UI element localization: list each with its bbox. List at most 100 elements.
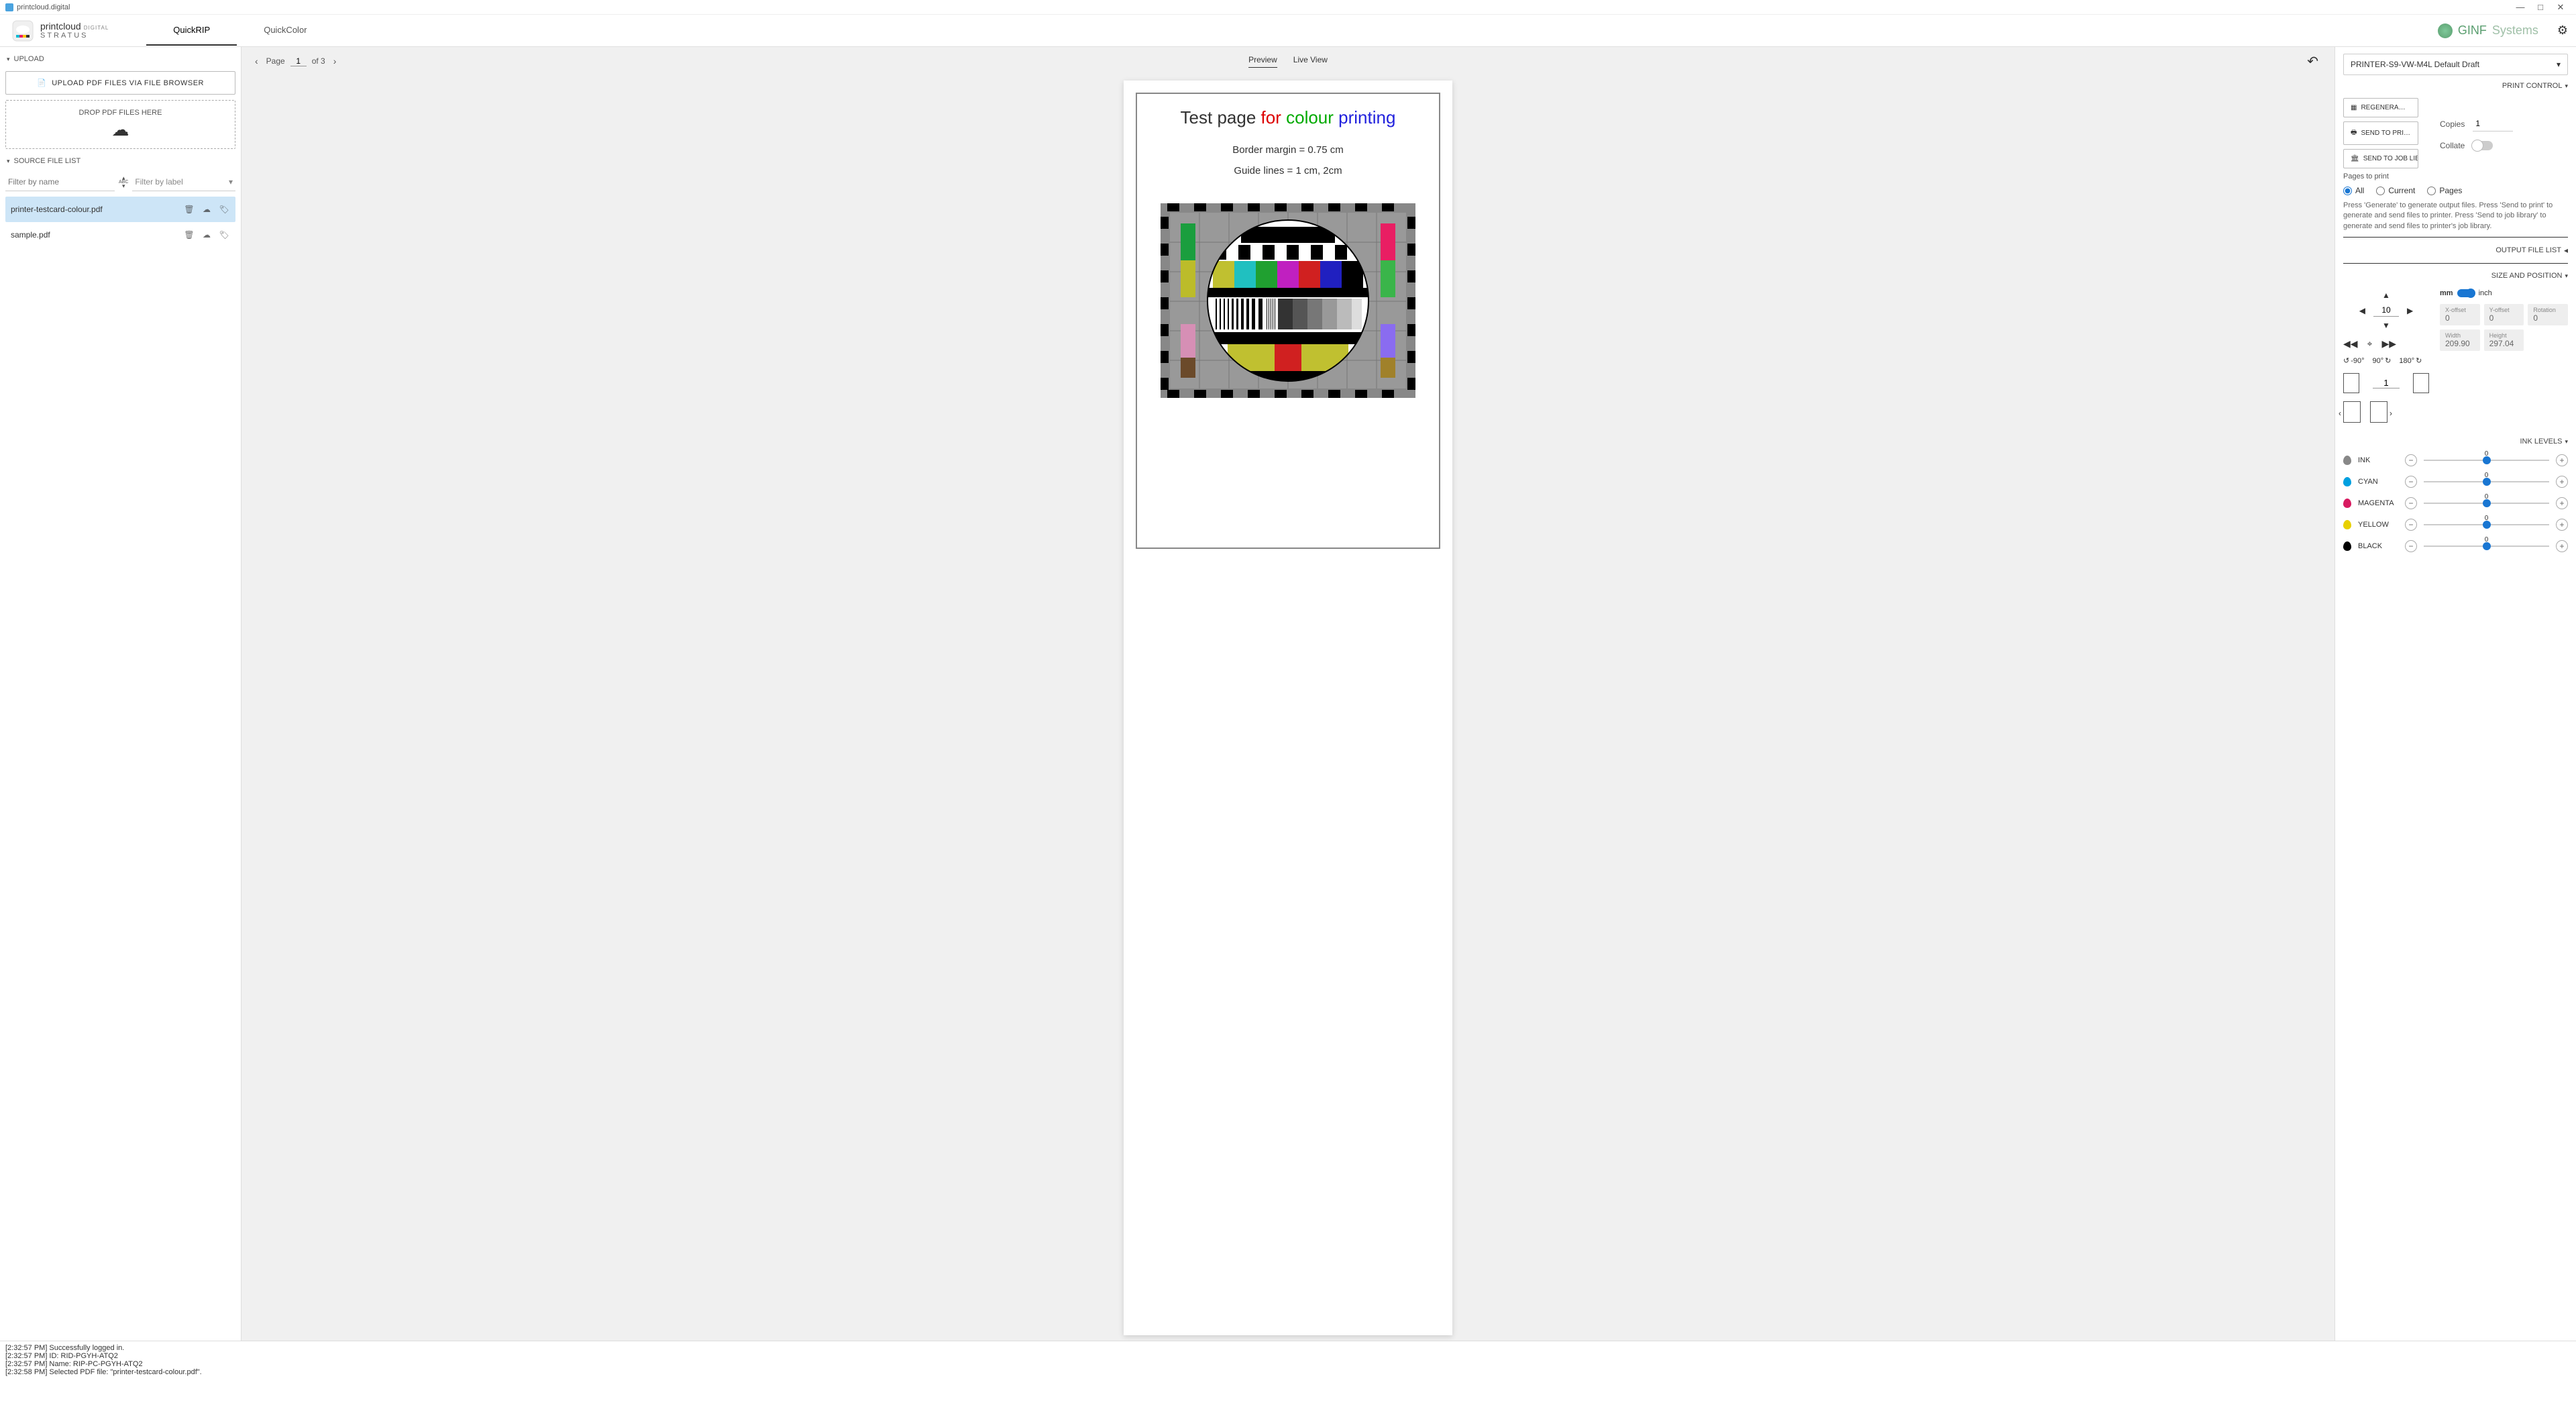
regenerate-button[interactable]: ▦REGENERA… [2343,98,2418,117]
tag-icon[interactable]: 🏷 [218,229,230,241]
mirror-right-icon[interactable] [2413,373,2429,393]
window-title: printcloud.digital [17,3,70,11]
page-prev-button[interactable]: ‹ [252,53,261,69]
undo-button[interactable]: ↶ [2302,53,2324,70]
testcard [1161,203,1415,398]
ink-plus-button[interactable]: + [2556,454,2568,466]
ink-row: BLACK−0+ [2343,535,2568,557]
ink-minus-button[interactable]: − [2405,540,2417,552]
unit-toggle[interactable] [2457,289,2475,297]
rotate-180-button[interactable]: 180°↻ [2399,356,2422,365]
tab-quickcolor[interactable]: QuickColor [237,15,333,46]
page-title: Test page for colour printing [1142,107,1434,128]
tab-preview[interactable]: Preview [1248,55,1277,68]
chevron-down-icon: ▾ [2557,60,2561,69]
dropzone[interactable]: DROP PDF FILES HERE ☁ [5,100,235,149]
rotate-neg90-button[interactable]: ↺-90° [2343,356,2365,365]
collate-toggle[interactable] [2473,141,2493,150]
filter-name-input[interactable] [5,173,115,191]
print-control-header[interactable]: PRINT CONTROL [2343,78,2568,94]
ink-slider[interactable]: 0 [2424,497,2549,510]
orient-landscape-icon[interactable]: › [2370,401,2387,423]
ink-drop-icon [2343,456,2351,465]
send-to-job-library-button[interactable]: 🏛SEND TO JOB LIBRAR… [2343,149,2418,168]
file-item[interactable]: sample.pdf🗑☁🏷 [5,222,235,248]
nudge-left-button[interactable]: ◀ [2357,305,2368,317]
ink-slider[interactable]: 0 [2424,539,2549,553]
x-offset-field[interactable]: X-offset0 [2440,304,2480,325]
page-preview: Test page for colour printing Border mar… [1124,81,1452,1335]
rotation-field[interactable]: Rotation0 [2528,304,2568,325]
y-offset-field[interactable]: Y-offset0 [2484,304,2524,325]
ink-name: MAGENTA [2358,499,2398,507]
topbar: printcloud DIGITAL STRATUS QuickRIP Quic… [0,15,2576,47]
ink-plus-button[interactable]: + [2556,540,2568,552]
ink-plus-button[interactable]: + [2556,519,2568,531]
delete-icon[interactable]: 🗑 [183,203,195,215]
minimize-button[interactable]: — [2510,2,2530,12]
page-line-1: Border margin = 0.75 cm [1142,144,1434,156]
height-field[interactable]: Height297.04 [2484,329,2524,351]
ink-row: INK−0+ [2343,450,2568,471]
nudge-amount-input[interactable] [2373,304,2399,317]
settings-button[interactable]: ⚙ [2549,23,2576,38]
pages-all-radio[interactable]: All [2343,186,2364,195]
source-list-header[interactable]: SOURCE FILE LIST [5,154,235,168]
log-line: [2:32:58 PM] Selected PDF file: "printer… [5,1368,2571,1376]
tag-icon[interactable]: 🏷 [218,203,230,215]
ink-minus-button[interactable]: − [2405,519,2417,531]
download-icon[interactable]: ☁ [201,229,213,241]
copies-input[interactable] [2473,116,2513,132]
orient-portrait-icon[interactable]: ‹ [2343,401,2361,423]
tab-live-view[interactable]: Live View [1293,55,1328,68]
mirror-left-icon[interactable] [2343,373,2359,393]
company-label: GINF Systems [2438,23,2549,38]
nudge-up-button[interactable]: ▲ [2379,289,2393,301]
ink-plus-button[interactable]: + [2556,497,2568,509]
forward-button[interactable]: ▶▶ [2381,338,2396,350]
maximize-button[interactable]: □ [2530,2,2551,12]
mirror-value-input[interactable] [2373,378,2400,388]
upload-button[interactable]: 📄 UPLOAD PDF FILES VIA FILE BROWSER [5,71,235,95]
file-name: printer-testcard-colour.pdf [11,205,178,214]
ink-row: CYAN−0+ [2343,471,2568,492]
page-number-input[interactable] [290,56,307,66]
width-field[interactable]: Width209.90 [2440,329,2480,351]
sort-toggle[interactable]: ▴ABC▾ [119,176,128,189]
close-button[interactable]: ✕ [2551,2,2571,13]
rewind-button[interactable]: ◀◀ [2343,338,2358,350]
ink-minus-button[interactable]: − [2405,497,2417,509]
center-button[interactable]: ⌖ [2367,338,2373,350]
tab-quickrip[interactable]: QuickRIP [146,15,237,46]
ink-slider[interactable]: 0 [2424,475,2549,488]
ink-plus-button[interactable]: + [2556,476,2568,488]
ink-minus-button[interactable]: − [2405,454,2417,466]
ink-drop-icon [2343,541,2351,551]
nudge-down-button[interactable]: ▼ [2379,319,2393,331]
ink-drop-icon [2343,477,2351,486]
send-to-print-button[interactable]: 🖶SEND TO PRI… [2343,121,2418,145]
page-next-button[interactable]: › [331,53,339,69]
download-icon[interactable]: ☁ [201,203,213,215]
pages-current-radio[interactable]: Current [2376,186,2415,195]
rotate-90-button[interactable]: 90°↻ [2373,356,2392,365]
library-icon: 🏛 [2351,155,2359,162]
log-panel: [2:32:57 PM] Successfully logged in.[2:3… [0,1341,2576,1401]
size-position-header[interactable]: SIZE AND POSITION [2343,268,2568,284]
ink-minus-button[interactable]: − [2405,476,2417,488]
file-item[interactable]: printer-testcard-colour.pdf 🗑 ☁ 🏷 [5,197,235,222]
filter-label-select[interactable]: Filter by label▾ [132,173,235,191]
ink-slider[interactable]: 0 [2424,454,2549,467]
upload-header[interactable]: UPLOAD [5,52,235,66]
printer-icon: 🖶 [2351,127,2357,139]
ink-levels-header[interactable]: INK LEVELS [2343,433,2568,450]
print-help-text: Press 'Generate' to generate output file… [2343,201,2568,231]
printer-select[interactable]: PRINTER-S9-VW-M4L Default Draft▾ [2343,54,2568,75]
ink-row: MAGENTA−0 + [2343,492,2568,514]
ink-slider[interactable]: 0 [2424,518,2549,531]
pages-range-radio[interactable]: Pages [2427,186,2462,195]
delete-icon[interactable]: 🗑 [183,229,195,241]
cloud-icon [11,19,35,43]
nudge-right-button[interactable]: ▶ [2404,305,2416,317]
output-file-list-header[interactable]: OUTPUT FILE LIST [2343,242,2568,259]
